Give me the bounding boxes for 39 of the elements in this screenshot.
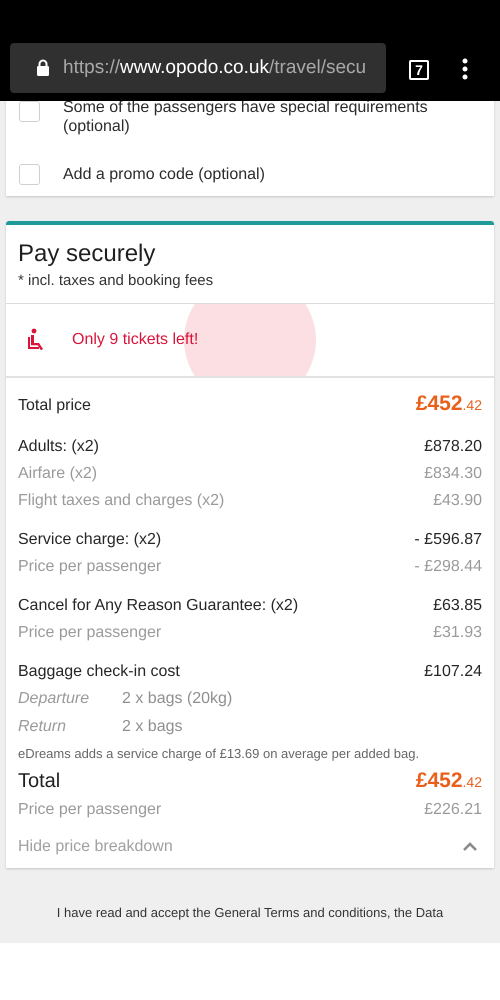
sub-price-label: Price per passenger [18, 557, 162, 577]
price-label: Cancel for Any Reason Guarantee: (x2) [18, 596, 298, 616]
baggage-detail: 2 x bags [122, 717, 182, 737]
price-label: Adults: (x2) [18, 437, 99, 457]
alert-message: Only 9 tickets left! [72, 331, 198, 349]
option-label: Add a promo code (optional) [63, 165, 266, 184]
section-title: Pay securely [18, 239, 156, 269]
price-amount: £63.85 [433, 596, 482, 616]
total-label: Total [18, 769, 60, 794]
sub-price-label: Flight taxes and charges (x2) [18, 491, 224, 511]
baggage-detail: 2 x bags (20kg) [122, 689, 232, 709]
total-price: £452.42 [416, 391, 482, 417]
total-price-label: Total price [18, 396, 91, 416]
sub-price-amount: - £298.44 [414, 557, 482, 577]
tab-count-button[interactable]: 7 [409, 60, 429, 80]
checkbox[interactable] [19, 164, 40, 185]
option-label: Some of the passengers have special requirements (optional) [63, 98, 429, 136]
subtitle: * incl. taxes and booking fees [18, 271, 214, 291]
sub-price-amount: £31.93 [433, 623, 482, 643]
price-amount: - £596.87 [414, 530, 482, 550]
sub-price-amount: £834.30 [424, 464, 482, 484]
sub-price-label: Price per passenger [18, 800, 162, 820]
url-text: https://www.opodo.co.uk/travel/secu [63, 57, 366, 79]
price-amount: £878.20 [424, 437, 482, 457]
price-label: Baggage check-in cost [18, 662, 180, 682]
lock-icon [36, 59, 50, 77]
sub-price-label: Airfare (x2) [18, 464, 98, 484]
sub-price-amount: £43.90 [433, 491, 482, 511]
terms-text: I have read and accept the General Terms and conditions, the Data [56, 905, 444, 921]
sub-price-label: Price per passenger [18, 623, 162, 643]
total-amount: £452.42 [416, 768, 482, 794]
baggage-note: eDreams adds a service charge of £13.69 on average per added bag. [18, 745, 420, 763]
sub-price-amount: £226.21 [424, 800, 482, 820]
address-bar[interactable]: https://www.opodo.co.uk/travel/secu [10, 43, 386, 93]
leg-label: Return [18, 717, 68, 737]
price-amount: £107.24 [424, 662, 482, 682]
leg-label: Departure [18, 689, 90, 709]
menu-icon[interactable] [462, 58, 468, 80]
price-label: Service charge: (x2) [18, 530, 162, 550]
